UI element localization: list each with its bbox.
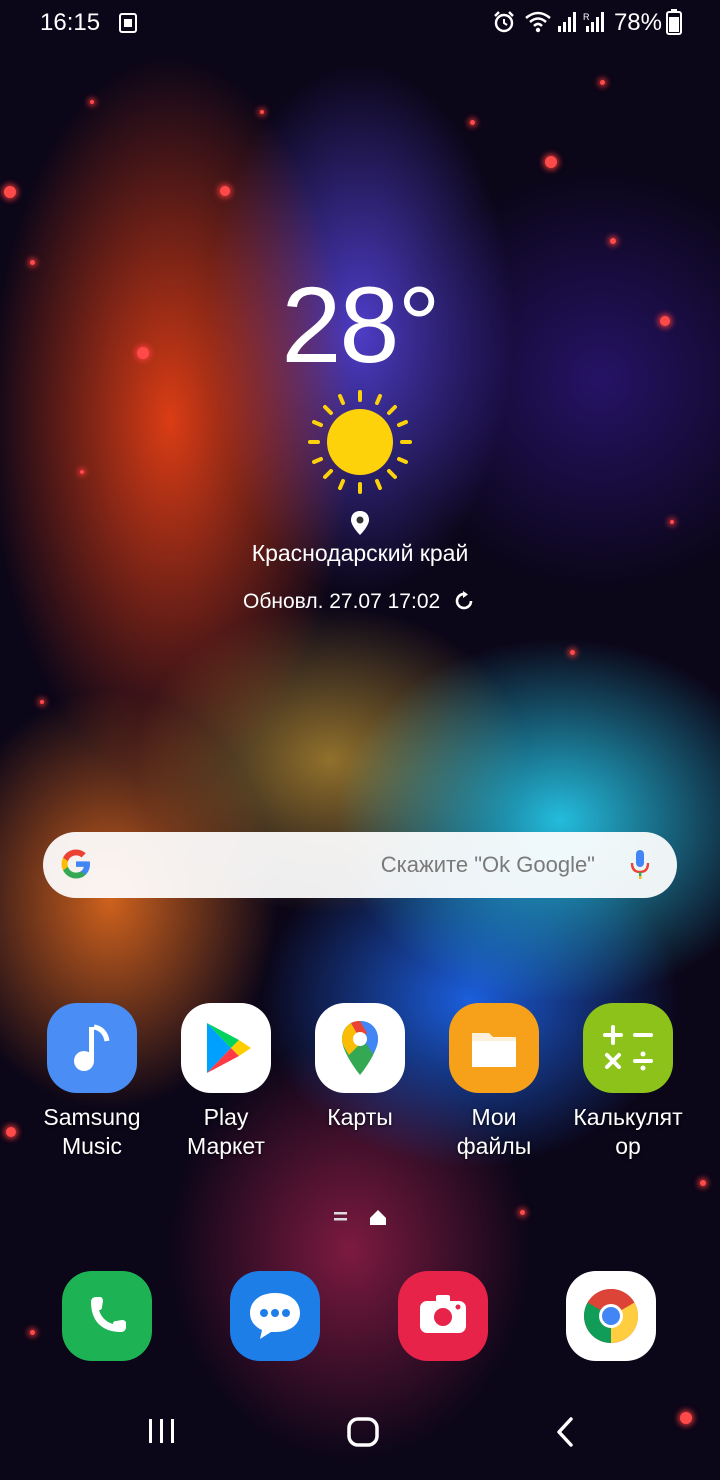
home-page-icon xyxy=(370,1210,386,1225)
app-maps[interactable]: Карты xyxy=(293,1003,427,1132)
google-search-bar[interactable]: Скажите "Ok Google" xyxy=(43,832,677,898)
my-files-icon[interactable] xyxy=(449,1003,539,1093)
search-hint: Скажите "Ok Google" xyxy=(380,852,595,877)
camera-app-icon[interactable] xyxy=(398,1271,488,1361)
screenshot-icon xyxy=(119,13,137,33)
app-my-files[interactable]: Мои файлы xyxy=(427,1003,561,1161)
google-g-icon xyxy=(61,849,90,879)
battery-icon xyxy=(666,9,682,35)
samsung-music-icon[interactable] xyxy=(47,1003,137,1093)
back-button[interactable] xyxy=(552,1416,578,1448)
apps-page-icon xyxy=(334,1212,347,1221)
recents-button[interactable] xyxy=(146,1416,178,1446)
play-market-icon[interactable] xyxy=(181,1003,271,1093)
home-button[interactable] xyxy=(346,1416,380,1448)
maps-icon[interactable] xyxy=(315,1003,405,1093)
chrome-app-icon[interactable] xyxy=(566,1271,656,1361)
app-calculator[interactable]: Калькулят ор xyxy=(561,1003,695,1161)
weather-updated: Обновл. 27.07 17:02 xyxy=(243,590,441,613)
app-label: Мои файлы xyxy=(456,1104,532,1159)
page-indicator[interactable] xyxy=(0,1206,720,1228)
app-label: Play Маркет xyxy=(187,1104,265,1159)
weather-location[interactable]: Краснодарский край xyxy=(0,540,720,567)
weather-temperature[interactable]: 28° xyxy=(0,262,720,387)
clock: 16:15 xyxy=(40,9,101,36)
app-label: Samsung Music xyxy=(43,1104,141,1159)
app-label: Калькулят ор xyxy=(573,1104,683,1159)
alarm-icon xyxy=(494,11,514,33)
phone-app-icon[interactable] xyxy=(62,1271,152,1361)
messages-app-icon[interactable] xyxy=(230,1271,320,1361)
svg-text:R: R xyxy=(583,12,590,22)
battery-percent: 78% xyxy=(613,9,662,36)
wifi-icon xyxy=(525,11,551,33)
wallpaper-stars xyxy=(0,0,720,1480)
navigation-bar xyxy=(0,1396,720,1480)
app-samsung-music[interactable]: Samsung Music xyxy=(25,1003,159,1161)
status-bar: 16:15 R 78% xyxy=(0,0,720,46)
signal-icon xyxy=(558,12,576,32)
signal-r-icon: R xyxy=(583,12,604,32)
calculator-icon[interactable] xyxy=(583,1003,673,1093)
app-label: Карты xyxy=(327,1104,393,1130)
location-pin-icon xyxy=(351,511,369,535)
app-play-market[interactable]: Play Маркет xyxy=(159,1003,293,1161)
mic-icon[interactable] xyxy=(629,849,651,881)
sun-icon[interactable] xyxy=(306,388,414,496)
refresh-icon[interactable] xyxy=(452,589,476,613)
